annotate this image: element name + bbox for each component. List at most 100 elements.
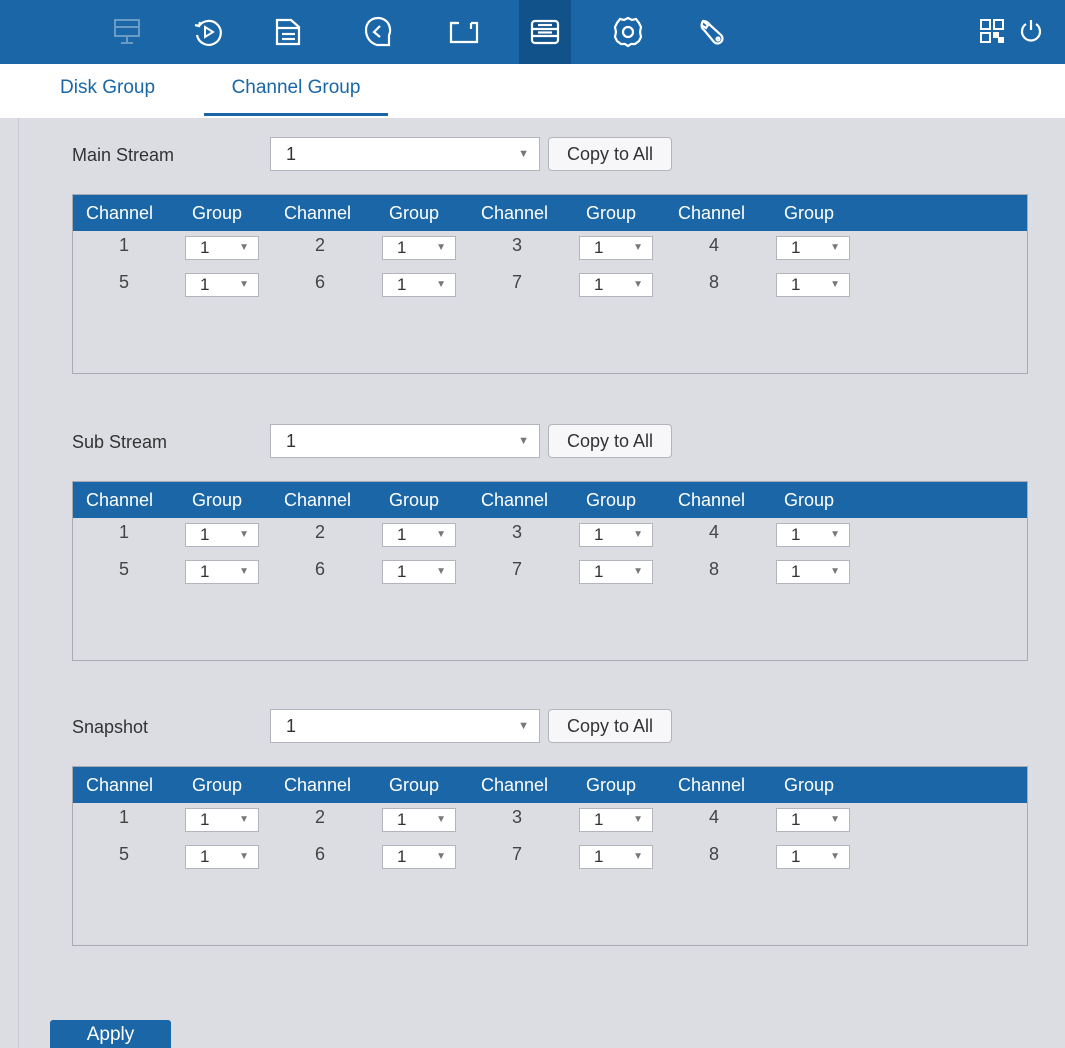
file-icon[interactable] [262,0,314,64]
channel-group-select[interactable]: 1 ▼ [776,845,850,869]
dropdown-arrow-icon: ▼ [633,566,643,577]
channel-group-select[interactable]: 1 ▼ [579,808,653,832]
channel-group-select[interactable]: 1 ▼ [776,236,850,260]
channel-group-select[interactable]: 1 ▼ [185,845,259,869]
copy-to-all-button[interactable]: Copy to All [548,424,672,458]
channel-number: 2 [314,235,325,255]
copy-to-all-button[interactable]: Copy to All [548,137,672,171]
content-border [18,118,19,1048]
group-select-value: 1 [397,525,407,544]
copy-to-all-button[interactable]: Copy to All [548,709,672,743]
group-select-value: 1 [594,810,604,829]
channel-group-select[interactable]: 1 ▼ [579,845,653,869]
channel-group-select[interactable]: 1 ▼ [382,523,456,547]
column-header: Group [389,775,440,795]
channel-group-select[interactable]: 1 ▼ [579,236,653,260]
dropdown-arrow-icon: ▼ [633,529,643,540]
channel-number: 8 [708,844,719,864]
channel-group-select[interactable]: 1 ▼ [185,236,259,260]
channel-number: 4 [708,807,719,827]
channel-number: 1 [118,807,129,827]
column-header: Channel [678,775,746,795]
column-header: Group [586,775,637,795]
group-select-value: 1 [200,810,210,829]
column-header: Group [192,203,243,223]
group-select-value: 1 [594,562,604,581]
channel-group-select[interactable]: 1 ▼ [382,273,456,297]
camera-icon[interactable] [438,0,490,64]
channel-number: 7 [511,272,522,292]
column-header: Group [389,490,440,510]
channel-number: 6 [314,559,325,579]
channel-group-select[interactable]: 1 ▼ [382,236,456,260]
group-select-value: 1 [791,810,801,829]
dropdown-arrow-icon: ▼ [436,814,446,825]
dropdown-arrow-icon: ▼ [633,279,643,290]
dropdown-arrow-icon: ▼ [830,566,840,577]
tab-bar: Disk Group Channel Group [0,64,1065,118]
section-label: Main Stream [72,145,175,165]
channel-number: 2 [314,807,325,827]
dropdown-arrow-icon: ▼ [830,529,840,540]
apply-button[interactable]: Apply [50,1020,171,1048]
dropdown-arrow-icon: ▼ [830,814,840,825]
channel-number: 7 [511,559,522,579]
column-header: Channel [284,203,352,223]
group-select-value: 1 [397,275,407,294]
group-select-value: 1 [791,847,801,866]
wrench-icon[interactable] [686,0,738,64]
channel-group-select[interactable]: 1 ▼ [579,273,653,297]
section-group-select[interactable]: 1 ▼ [270,424,540,458]
group-select-value: 1 [791,275,801,294]
channel-group-select[interactable]: 1 ▼ [382,560,456,584]
monitor-icon[interactable] [102,0,154,64]
playback-icon[interactable] [182,0,234,64]
channel-group-select[interactable]: 1 ▼ [185,273,259,297]
dropdown-arrow-icon: ▼ [239,851,249,862]
column-header: Group [192,490,243,510]
power-icon[interactable] [1014,14,1048,48]
section-select-value: 1 [286,144,297,164]
dropdown-arrow-icon: ▼ [633,242,643,253]
channel-group-select[interactable]: 1 ▼ [579,523,653,547]
dropdown-arrow-icon: ▼ [436,851,446,862]
dropdown-arrow-icon: ▼ [633,814,643,825]
column-header: Channel [481,490,549,510]
channel-group-select[interactable]: 1 ▼ [776,523,850,547]
channel-group-select[interactable]: 1 ▼ [776,808,850,832]
channel-number: 5 [118,272,129,292]
section-select-value: 1 [286,431,297,451]
group-select-value: 1 [594,238,604,257]
qr-code-icon[interactable] [975,14,1009,48]
settings-icon[interactable] [602,0,654,64]
channel-group-select[interactable]: 1 ▼ [185,560,259,584]
table-header: Channel Group Channel Group Channel Group Chan… [73,482,1027,518]
tab-channel-group[interactable]: Channel Group [204,64,388,116]
channel-group-select[interactable]: 1 ▼ [382,808,456,832]
dropdown-arrow-icon: ▼ [830,851,840,862]
column-header: Channel [284,775,352,795]
dropdown-arrow-icon: ▼ [239,279,249,290]
section-group-select[interactable]: 1 ▼ [270,709,540,743]
section-group-select[interactable]: 1 ▼ [270,137,540,171]
dropdown-arrow-icon: ▼ [518,148,529,160]
channel-number: 5 [118,559,129,579]
channel-group-select[interactable]: 1 ▼ [382,845,456,869]
channel-group-select[interactable]: 1 ▼ [579,560,653,584]
channel-group-select[interactable]: 1 ▼ [185,523,259,547]
tab-disk-group[interactable]: Disk Group [60,64,155,116]
channel-group-select[interactable]: 1 ▼ [776,560,850,584]
storage-icon[interactable] [519,0,571,64]
face-icon[interactable] [352,0,404,64]
column-header: Channel [284,490,352,510]
group-select-value: 1 [594,525,604,544]
group-select-value: 1 [200,238,210,257]
channel-number: 3 [511,522,522,542]
channel-number: 4 [708,522,719,542]
channel-group-select[interactable]: 1 ▼ [185,808,259,832]
group-select-value: 1 [791,238,801,257]
group-select-value: 1 [791,525,801,544]
column-header: Group [389,203,440,223]
channel-group-select[interactable]: 1 ▼ [776,273,850,297]
group-select-value: 1 [594,275,604,294]
